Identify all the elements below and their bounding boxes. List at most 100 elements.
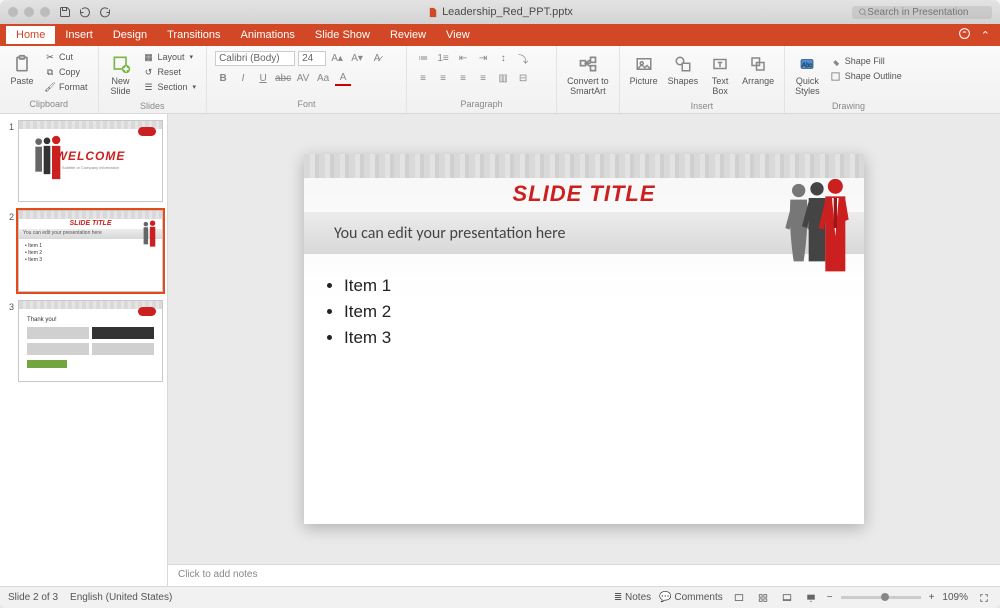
align-text-button[interactable]: ⊟ — [515, 70, 531, 86]
comments-toggle[interactable]: 💬 Comments — [659, 592, 723, 603]
slide-thumbnail-1[interactable]: WELCOME Subtitle or Company information — [18, 120, 163, 202]
tab-insert[interactable]: Insert — [55, 26, 103, 44]
paste-button[interactable]: Paste — [8, 50, 36, 89]
ribbon-tabs: Home Insert Design Transitions Animation… — [0, 24, 1000, 46]
bullet-item[interactable]: Item 2 — [344, 302, 824, 322]
thumbnail-number: 1 — [4, 120, 14, 202]
language-indicator[interactable]: English (United States) — [70, 592, 172, 603]
subtitle-band[interactable]: You can edit your presentation here — [304, 212, 864, 254]
zoom-level[interactable]: 109% — [942, 592, 968, 603]
convert-smartart-button[interactable]: Convert to SmartArt — [565, 50, 611, 99]
indent-inc-button[interactable]: ⇥ — [475, 50, 491, 66]
align-left-button[interactable]: ≡ — [415, 70, 431, 86]
reset-button[interactable]: ↺Reset — [141, 65, 199, 79]
redo-icon[interactable] — [98, 5, 112, 19]
clipboard-icon — [10, 52, 34, 76]
zoom-window-icon[interactable] — [40, 7, 50, 17]
tab-animations[interactable]: Animations — [231, 26, 305, 44]
zoom-in-button[interactable]: + — [929, 592, 935, 603]
underline-button[interactable]: U — [255, 70, 271, 86]
slide-canvas-area[interactable]: SLIDE TITLE You can edit your presentati… — [168, 114, 1000, 564]
copy-button[interactable]: ⧉Copy — [42, 65, 90, 79]
numbering-button[interactable]: 1≡ — [435, 50, 451, 66]
notes-toggle[interactable]: ≣ Notes — [614, 592, 651, 603]
tab-slideshow[interactable]: Slide Show — [305, 26, 380, 44]
shape-fill-button[interactable]: Shape Fill — [828, 54, 904, 68]
bullet-item[interactable]: Item 3 — [344, 328, 824, 348]
tab-transitions[interactable]: Transitions — [157, 26, 230, 44]
file-icon — [427, 7, 438, 18]
slide-title-text[interactable]: SLIDE TITLE — [304, 181, 864, 207]
text-direction-button[interactable]: ⤵ — [515, 50, 531, 66]
notes-pane[interactable]: Click to add notes — [168, 564, 1000, 586]
sorter-view-button[interactable] — [755, 592, 771, 604]
bullet-item[interactable]: Item 1 — [344, 276, 824, 296]
align-right-button[interactable]: ≡ — [455, 70, 471, 86]
svg-text:Abc: Abc — [802, 63, 812, 69]
minimize-window-icon[interactable] — [24, 7, 34, 17]
zoom-slider[interactable] — [841, 596, 921, 599]
cut-button[interactable]: ✂Cut — [42, 50, 90, 64]
grow-font-button[interactable]: A▴ — [329, 50, 345, 66]
new-slide-icon — [109, 52, 133, 76]
zoom-out-button[interactable]: − — [827, 592, 833, 603]
shape-outline-button[interactable]: Shape Outline — [828, 69, 904, 83]
shadow-button[interactable]: AV — [295, 70, 311, 86]
columns-button[interactable]: ▥ — [495, 70, 511, 86]
italic-button[interactable]: I — [235, 70, 251, 86]
font-name-select[interactable]: Calibri (Body) — [215, 51, 295, 66]
tab-view[interactable]: View — [436, 26, 480, 44]
quick-styles-button[interactable]: AbcQuick Styles — [793, 50, 822, 99]
shapes-button[interactable]: Shapes — [666, 50, 701, 89]
indent-dec-button[interactable]: ⇤ — [455, 50, 471, 66]
undo-icon[interactable] — [78, 5, 92, 19]
new-slide-button[interactable]: New Slide — [107, 50, 135, 99]
workspace: 1 WELCOME Subtitle or Company informatio… — [0, 114, 1000, 586]
picture-button[interactable]: Picture — [628, 50, 660, 89]
scissors-icon: ✂ — [44, 51, 56, 63]
char-spacing-button[interactable]: Aa — [315, 70, 331, 86]
reading-view-button[interactable] — [779, 592, 795, 604]
slide-counter: Slide 2 of 3 — [8, 592, 58, 603]
section-button[interactable]: ☰Section▾ — [141, 80, 199, 94]
tab-design[interactable]: Design — [103, 26, 157, 44]
arrange-button[interactable]: Arrange — [740, 50, 776, 89]
format-painter-button[interactable]: 🖌Format — [42, 80, 90, 94]
share-icon[interactable] — [958, 27, 971, 43]
close-window-icon[interactable] — [8, 7, 18, 17]
picture-icon — [632, 52, 656, 76]
tab-review[interactable]: Review — [380, 26, 436, 44]
line-spacing-button[interactable]: ↕ — [495, 50, 511, 66]
search-input[interactable] — [867, 7, 986, 18]
group-label-paragraph: Paragraph — [415, 99, 548, 109]
slideshow-view-button[interactable] — [803, 592, 819, 604]
clear-format-button[interactable]: A̷ — [369, 50, 385, 66]
slide-body[interactable]: Item 1 Item 2 Item 3 — [304, 254, 864, 370]
collapse-ribbon-icon[interactable]: ⌃ — [981, 29, 990, 42]
bold-button[interactable]: B — [215, 70, 231, 86]
textbox-button[interactable]: Text Box — [706, 50, 734, 99]
normal-view-button[interactable] — [731, 592, 747, 604]
slide-thumbnail-3[interactable]: Thank you! — [18, 300, 163, 382]
shrink-font-button[interactable]: A▾ — [349, 50, 365, 66]
current-slide[interactable]: SLIDE TITLE You can edit your presentati… — [304, 154, 864, 524]
justify-button[interactable]: ≡ — [475, 70, 491, 86]
group-label-slides: Slides — [107, 101, 199, 111]
fit-to-window-button[interactable] — [976, 592, 992, 604]
group-font: Calibri (Body) 24 A▴ A▾ A̷ B I U abc AV … — [207, 46, 407, 113]
save-icon[interactable] — [58, 5, 72, 19]
layout-button[interactable]: ▦Layout▾ — [141, 50, 199, 64]
search-box[interactable] — [852, 6, 992, 19]
font-color-button[interactable]: A — [335, 70, 351, 86]
slide-thumbnail-2[interactable]: SLIDE TITLE You can edit your presentati… — [18, 210, 163, 292]
group-slides: New Slide ▦Layout▾ ↺Reset ☰Section▾ Slid… — [99, 46, 208, 113]
tab-home[interactable]: Home — [6, 26, 55, 44]
font-size-select[interactable]: 24 — [298, 51, 326, 66]
group-smartart: Convert to SmartArt — [557, 46, 620, 113]
bullets-button[interactable]: ≔ — [415, 50, 431, 66]
align-center-button[interactable]: ≡ — [435, 70, 451, 86]
strike-button[interactable]: abc — [275, 70, 291, 86]
outline-icon — [830, 70, 842, 82]
slide-subtitle-text[interactable]: You can edit your presentation here — [334, 224, 565, 243]
group-drawing: AbcQuick Styles Shape Fill Shape Outline… — [785, 46, 912, 113]
